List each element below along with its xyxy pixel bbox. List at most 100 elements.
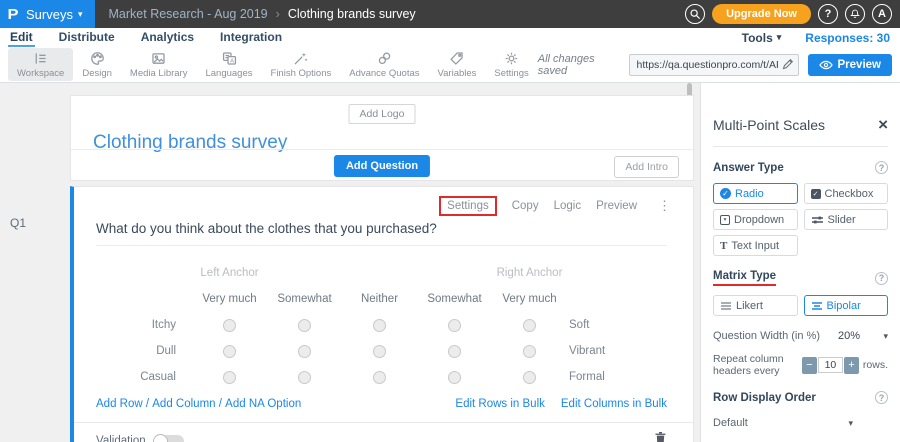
question-copy-link[interactable]: Copy [512, 200, 539, 212]
more-options-icon[interactable]: ⋮ [658, 198, 671, 214]
tab-analytics[interactable]: Analytics [139, 28, 196, 47]
column-header[interactable]: Very much [192, 286, 267, 312]
responses-count[interactable]: Responses: 30 [805, 31, 890, 45]
matrix-radio[interactable] [223, 319, 236, 332]
answer-type-label: Answer Type [713, 162, 784, 174]
radio-check-icon: ✓ [720, 188, 731, 199]
panel-title-row: Multi-Point Scales × [713, 117, 888, 133]
column-header[interactable]: Somewhat [267, 286, 342, 312]
add-intro-button[interactable]: Add Intro [614, 156, 679, 178]
row-right-label[interactable]: Vibrant [567, 338, 669, 364]
toolbar-item-languages[interactable]: A Languages [196, 48, 261, 81]
row-left-label[interactable]: Itchy [96, 312, 192, 338]
row-left-label[interactable]: Casual [96, 364, 192, 390]
answer-type-dropdown[interactable]: ▾ Dropdown [713, 209, 798, 230]
settings-panel: Multi-Point Scales × Answer Type ? ✓ Rad… [700, 83, 900, 442]
toolbar-item-advance-quotas[interactable]: Advance Quotas [340, 48, 428, 81]
help-button[interactable]: ? [818, 4, 838, 24]
bell-icon [849, 8, 861, 20]
matrix-radio[interactable] [523, 319, 536, 332]
question-width-value[interactable]: 20% [838, 330, 860, 342]
tab-integration[interactable]: Integration [218, 28, 284, 47]
matrix-type-section-head: Matrix Type ? [713, 270, 888, 286]
tab-edit[interactable]: Edit [8, 28, 35, 47]
matrix-radio[interactable] [448, 371, 461, 384]
notifications-button[interactable] [845, 4, 865, 24]
edit-columns-in-bulk-link[interactable]: Edit Columns in Bulk [561, 398, 667, 410]
matrix-radio[interactable] [523, 371, 536, 384]
finish-options-icon [292, 50, 309, 67]
edit-url-pencil-icon[interactable] [781, 57, 795, 76]
add-column-link[interactable]: Add Column [152, 398, 215, 410]
row-left-label[interactable]: Dull [96, 338, 192, 364]
toolbar-item-finish-options[interactable]: Finish Options [262, 48, 341, 81]
help-icon[interactable]: ? [875, 391, 888, 404]
add-na-option-link[interactable]: Add NA Option [225, 398, 301, 410]
matrix-anchor-row: Left Anchor Right Anchor [96, 260, 669, 286]
matrix-row: Itchy Soft [96, 312, 669, 338]
repeat-headers-input[interactable] [818, 357, 843, 373]
matrix-radio[interactable] [373, 319, 386, 332]
matrix-radio[interactable] [523, 345, 536, 358]
column-header[interactable]: Neither [342, 286, 417, 312]
search-button[interactable] [685, 4, 705, 24]
help-icon[interactable]: ? [875, 272, 888, 285]
upgrade-now-button[interactable]: Upgrade Now [712, 4, 811, 24]
survey-canvas: Add Logo Clothing brands survey Add Ques… [70, 95, 694, 442]
matrix-type-label: Matrix Type [713, 270, 776, 286]
account-avatar[interactable]: A [872, 4, 892, 24]
matrix-type-likert[interactable]: Likert [713, 295, 798, 316]
survey-url-input[interactable] [629, 54, 799, 76]
matrix-radio[interactable] [448, 319, 461, 332]
tab-distribute[interactable]: Distribute [57, 28, 117, 47]
answer-type-slider[interactable]: Slider [804, 209, 889, 230]
matrix-radio[interactable] [298, 371, 311, 384]
question-logic-link[interactable]: Logic [554, 200, 582, 212]
preview-button[interactable]: Preview [808, 54, 892, 76]
toolbar-item-variables[interactable]: Variables [429, 48, 486, 81]
answer-type-checkbox[interactable]: ✓ Checkbox [804, 183, 889, 204]
nav-right: Tools ▾ Responses: 30 [742, 28, 900, 47]
question-text[interactable]: What do you think about the clothes that… [96, 221, 667, 246]
close-icon[interactable]: × [878, 119, 888, 131]
toolbar-item-workspace[interactable]: Workspace [8, 48, 73, 81]
row-display-order-select[interactable]: Default ▾ [713, 417, 853, 429]
matrix-radio[interactable] [223, 371, 236, 384]
increment-button[interactable]: + [844, 357, 859, 374]
tools-menu[interactable]: Tools ▾ [742, 31, 782, 45]
answer-type-text-input[interactable]: T Text Input [713, 235, 798, 256]
validation-toggle[interactable] [154, 435, 184, 442]
matrix-radio[interactable] [298, 345, 311, 358]
matrix-radio[interactable] [223, 345, 236, 358]
toolbar-item-media-library[interactable]: Media Library [121, 48, 197, 81]
edit-rows-in-bulk-link[interactable]: Edit Rows in Bulk [455, 398, 544, 410]
row-right-label[interactable]: Formal [567, 364, 669, 390]
breadcrumb-parent[interactable]: Market Research - Aug 2019 [109, 7, 268, 21]
delete-question-button[interactable] [654, 431, 667, 442]
matrix-type-bipolar[interactable]: Bipolar [804, 295, 889, 316]
matrix-radio[interactable] [448, 345, 461, 358]
surveys-menu[interactable]: Surveys ▾ [26, 7, 83, 22]
help-icon[interactable]: ? [875, 161, 888, 174]
checkbox-icon: ✓ [811, 189, 821, 199]
survey-url-wrap [629, 54, 799, 76]
add-question-button[interactable]: Add Question [334, 155, 430, 177]
matrix-radio[interactable] [373, 345, 386, 358]
decrement-button[interactable]: − [802, 357, 817, 374]
app-logo-area[interactable]: P Surveys ▾ [0, 0, 95, 28]
column-header[interactable]: Very much [492, 286, 567, 312]
column-header[interactable]: Somewhat [417, 286, 492, 312]
matrix-radio[interactable] [373, 371, 386, 384]
row-display-order-label: Row Display Order [713, 392, 816, 404]
row-right-label[interactable]: Soft [567, 312, 669, 338]
toolbar-item-settings[interactable]: Settings [485, 48, 537, 81]
matrix-radio[interactable] [298, 319, 311, 332]
question-settings-link[interactable]: Settings [439, 196, 497, 216]
question-preview-link[interactable]: Preview [596, 200, 637, 212]
chevron-down-icon[interactable]: ▾ [883, 331, 888, 342]
add-logo-button[interactable]: Add Logo [349, 104, 416, 124]
toolbar-item-design[interactable]: Design [73, 48, 121, 81]
main-area: Q1 Add Logo Clothing brands survey Add Q… [0, 83, 900, 442]
answer-type-radio[interactable]: ✓ Radio [713, 183, 798, 204]
add-row-link[interactable]: Add Row [96, 398, 143, 410]
